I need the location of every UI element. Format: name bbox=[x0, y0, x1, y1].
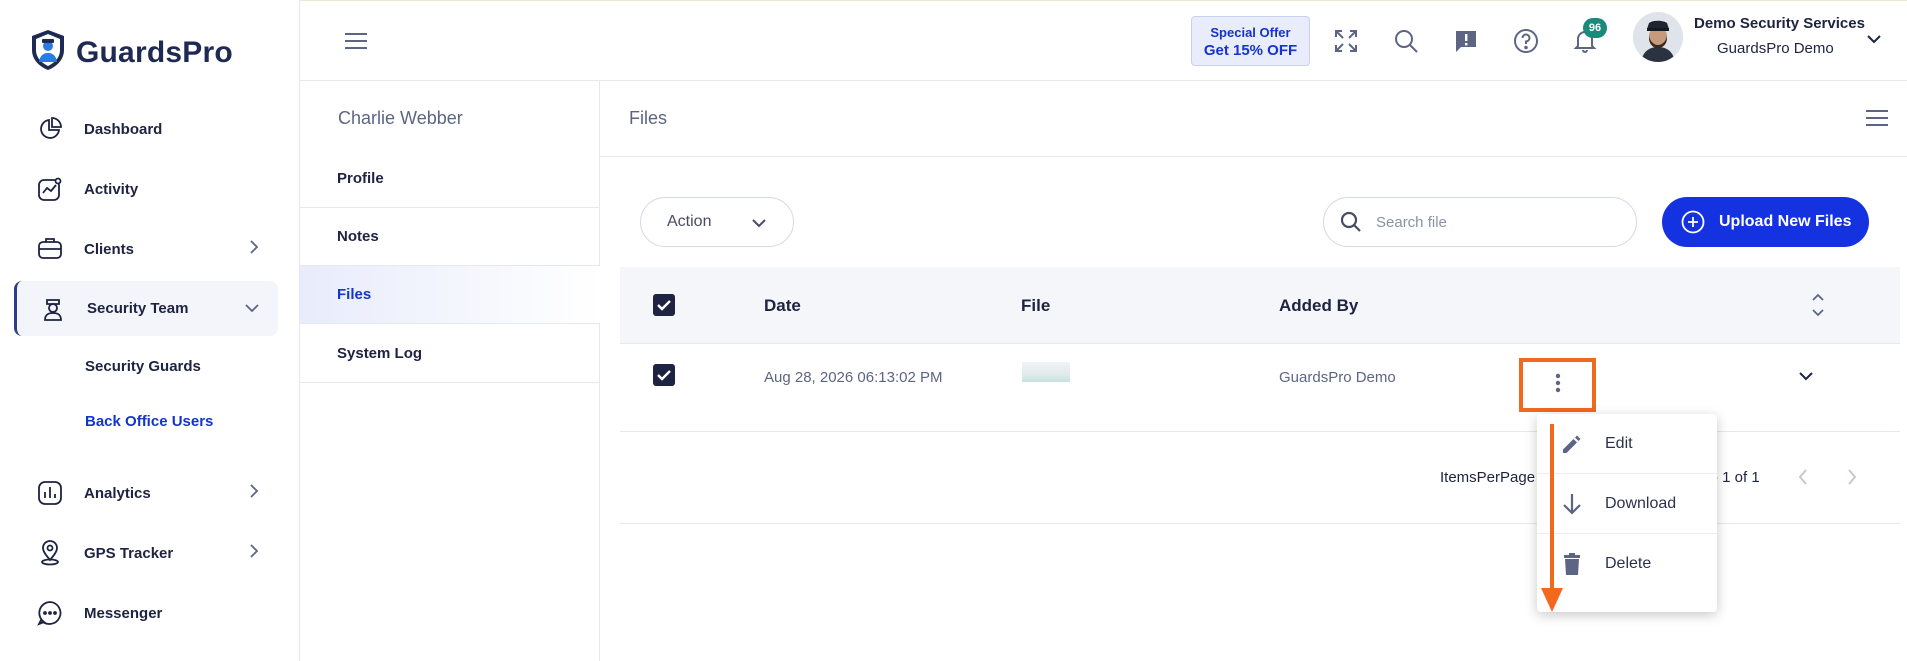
sidebar-item-clients[interactable]: Clients bbox=[14, 223, 278, 275]
tab-system-log[interactable]: System Log bbox=[300, 325, 600, 383]
sidebar-item-messenger[interactable]: Messenger bbox=[14, 587, 278, 639]
chevron-right-icon bbox=[248, 543, 260, 563]
page-range: - 1 of 1 bbox=[1713, 469, 1760, 486]
sidebar-subitem-security-guards[interactable]: Security Guards bbox=[85, 358, 201, 375]
sidebar-item-label: Dashboard bbox=[84, 120, 163, 138]
items-per-page-label: ItemsPerPage bbox=[1440, 469, 1536, 486]
sidebar-item-dashboard[interactable]: Dashboard bbox=[14, 103, 278, 155]
help-icon[interactable] bbox=[1511, 26, 1541, 56]
messenger-icon bbox=[34, 597, 66, 629]
user-menu-chevron-icon[interactable] bbox=[1866, 32, 1882, 50]
sidebar-item-security-team[interactable]: Security Team bbox=[14, 281, 278, 336]
row-expand-chevron-icon[interactable] bbox=[1797, 369, 1815, 388]
brand-name: GuardsPro bbox=[76, 35, 233, 69]
upload-label: Upload New Files bbox=[1719, 213, 1852, 230]
fullscreen-icon[interactable] bbox=[1331, 26, 1361, 56]
list-menu-icon[interactable] bbox=[1865, 109, 1889, 132]
add-circle-icon bbox=[1681, 210, 1705, 234]
page-title: Files bbox=[629, 108, 668, 128]
row-checkbox[interactable] bbox=[653, 364, 675, 386]
previous-page-icon[interactable] bbox=[1796, 467, 1810, 492]
column-header-date[interactable]: Date bbox=[764, 296, 801, 316]
file-thumbnail[interactable] bbox=[1022, 362, 1070, 382]
sort-icon[interactable] bbox=[1811, 292, 1825, 323]
menu-item-label: Download bbox=[1605, 494, 1677, 512]
feedback-icon[interactable] bbox=[1451, 26, 1481, 56]
sidebar-item-activity[interactable]: Activity bbox=[14, 163, 278, 215]
clients-icon bbox=[34, 233, 66, 265]
sidebar-item-gps-tracker[interactable]: GPS Tracker bbox=[14, 527, 278, 579]
menu-toggle-icon[interactable] bbox=[344, 32, 368, 55]
chevron-right-icon bbox=[248, 239, 260, 259]
search-icon[interactable] bbox=[1391, 26, 1421, 56]
profile-name: Charlie Webber bbox=[338, 108, 463, 128]
row-added-by: GuardsPro Demo bbox=[1279, 369, 1396, 386]
row-actions-menu: Edit Download Delete bbox=[1537, 414, 1717, 612]
more-vertical-icon bbox=[1555, 373, 1561, 398]
sidebar-item-label: Clients bbox=[84, 240, 135, 258]
gps-tracker-icon bbox=[34, 537, 66, 569]
file-search-field[interactable] bbox=[1323, 197, 1637, 247]
analytics-icon bbox=[34, 477, 66, 509]
sidebar-subitem-back-office-users[interactable]: Back Office Users bbox=[85, 413, 213, 430]
menu-item-edit[interactable]: Edit bbox=[1537, 414, 1717, 474]
upload-new-files-button[interactable]: Upload New Files bbox=[1662, 197, 1869, 247]
sidebar-item-label: GPS Tracker bbox=[84, 544, 174, 562]
brand-logo[interactable]: GuardsPro bbox=[28, 28, 233, 77]
row-actions-button[interactable] bbox=[1519, 358, 1596, 412]
tab-files[interactable]: Files bbox=[300, 266, 600, 324]
search-input[interactable] bbox=[1376, 213, 1596, 231]
notification-count-badge: 96 bbox=[1583, 18, 1607, 38]
action-label: Action bbox=[667, 213, 712, 230]
table-header bbox=[620, 267, 1900, 344]
menu-item-label: Edit bbox=[1605, 434, 1633, 452]
sidebar-item-label: Analytics bbox=[84, 484, 151, 502]
files-header bbox=[600, 81, 1907, 157]
menu-item-delete[interactable]: Delete bbox=[1537, 534, 1717, 594]
tab-profile[interactable]: Profile bbox=[300, 150, 600, 208]
offer-discount: Get 15% OFF bbox=[1203, 42, 1298, 59]
avatar[interactable] bbox=[1633, 12, 1683, 62]
sidebar-item-label: Security Team bbox=[87, 300, 189, 317]
shield-logo-icon bbox=[28, 28, 68, 77]
menu-item-download[interactable]: Download bbox=[1537, 474, 1717, 534]
activity-icon bbox=[34, 173, 66, 205]
select-all-checkbox[interactable] bbox=[653, 294, 675, 316]
column-header-file[interactable]: File bbox=[1021, 296, 1050, 316]
sidebar-item-label: Messenger bbox=[84, 604, 163, 622]
row-date: Aug 28, 2026 06:13:02 PM bbox=[764, 369, 943, 386]
search-icon bbox=[1340, 211, 1362, 233]
sidebar-item-analytics[interactable]: Analytics bbox=[14, 467, 278, 519]
annotation-arrow bbox=[1540, 424, 1564, 619]
dashboard-icon bbox=[34, 113, 66, 145]
special-offer-button[interactable]: Special Offer Get 15% OFF bbox=[1191, 16, 1310, 66]
security-team-icon bbox=[37, 293, 69, 325]
chevron-right-icon bbox=[248, 483, 260, 503]
menu-item-label: Delete bbox=[1605, 555, 1652, 572]
chevron-down-icon bbox=[751, 216, 767, 234]
user-organization: GuardsPro Demo bbox=[1717, 40, 1834, 57]
user-name: Demo Security Services bbox=[1694, 15, 1865, 32]
tab-notes[interactable]: Notes bbox=[300, 208, 600, 266]
chevron-down-icon bbox=[244, 301, 260, 318]
action-dropdown[interactable]: Action bbox=[640, 197, 794, 247]
sidebar-item-label: Activity bbox=[84, 180, 139, 198]
next-page-icon[interactable] bbox=[1845, 467, 1859, 492]
column-header-added-by[interactable]: Added By bbox=[1279, 296, 1358, 316]
offer-title: Special Offer bbox=[1210, 25, 1291, 40]
